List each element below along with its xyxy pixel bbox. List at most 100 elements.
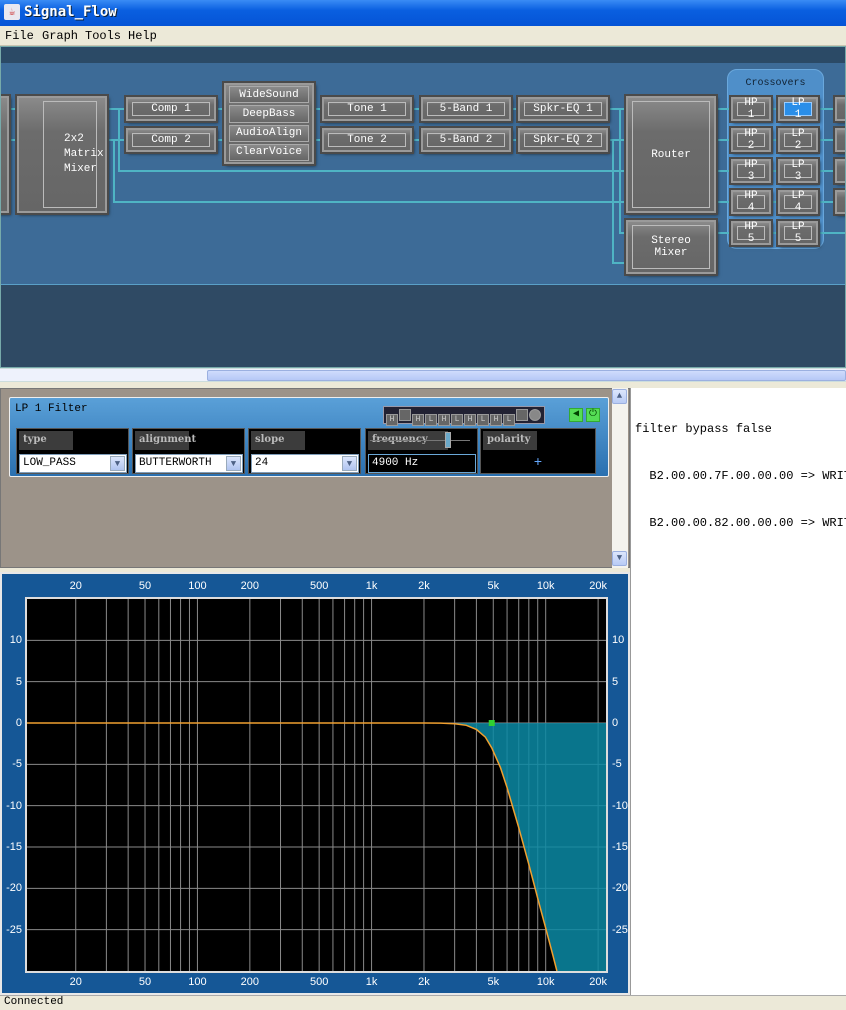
- lp-3-block[interactable]: LP 3: [776, 157, 820, 185]
- chevron-down-icon[interactable]: ▼: [226, 456, 241, 471]
- type-column: type LOW_PASS ▼: [16, 428, 129, 474]
- x-tick-label-top: 20: [69, 580, 82, 592]
- eq-band-button[interactable]: H: [464, 414, 476, 426]
- partial-output-block[interactable]: [833, 157, 845, 185]
- slope-select[interactable]: 24 ▼: [251, 454, 359, 473]
- hp-5-block[interactable]: HP 5: [729, 219, 773, 247]
- 5-band-2-block[interactable]: 5-Band 2: [419, 126, 513, 154]
- scroll-down-icon[interactable]: ▼: [612, 551, 627, 566]
- comp-1-block[interactable]: Comp 1: [124, 95, 218, 123]
- menu-tools[interactable]: Tools: [85, 29, 121, 43]
- lp-2-block[interactable]: LP 2: [776, 126, 820, 154]
- lp-1-block[interactable]: LP 1: [776, 95, 820, 123]
- horizontal-scrollbar[interactable]: [0, 368, 846, 382]
- frequency-input[interactable]: 4900 Hz: [368, 454, 476, 473]
- x-tick-label-top: 100: [188, 580, 207, 592]
- plot-area[interactable]: [25, 597, 608, 973]
- y-tick-label-left: -20: [6, 882, 22, 895]
- partial-output-block[interactable]: [833, 95, 845, 123]
- eq-band-button[interactable]: H: [386, 414, 398, 426]
- x-tick-label-top: 10k: [536, 580, 555, 592]
- frequency-column: frequency 4900 Hz: [365, 428, 478, 474]
- tone-2-block[interactable]: Tone 2: [320, 126, 414, 154]
- comp-2-block[interactable]: Comp 2: [124, 126, 218, 154]
- eq-band-button[interactable]: L: [451, 414, 463, 426]
- frequency-slider-track[interactable]: [370, 440, 470, 441]
- y-tick-label-right: -15: [612, 841, 628, 853]
- x-tick-label-bottom: 5k: [487, 976, 500, 988]
- hp-2-block[interactable]: HP 2: [729, 126, 773, 154]
- 5-band-1-block[interactable]: 5-Band 1: [419, 95, 513, 123]
- alignment-select[interactable]: BUTTERWORTH ▼: [135, 454, 243, 473]
- x-tick-label-top: 50: [138, 580, 152, 592]
- window-title: Signal_Flow: [24, 4, 117, 20]
- filter-title: LP 1 Filter: [15, 403, 88, 415]
- lp-4-block[interactable]: LP 4: [776, 188, 820, 216]
- spkr-eq-2-block[interactable]: Spkr-EQ 2: [516, 126, 610, 154]
- lp-5-block[interactable]: LP 5: [776, 219, 820, 247]
- spkr-eq-1-block[interactable]: Spkr-EQ 1: [516, 95, 610, 123]
- power-icon[interactable]: ⏻: [586, 408, 600, 422]
- plot-svg: [27, 599, 606, 972]
- y-tick-label-right: -5: [612, 758, 622, 771]
- x-tick-label-bottom: 20k: [589, 976, 607, 988]
- chevron-down-icon[interactable]: ▼: [110, 456, 125, 471]
- menu-graph[interactable]: Graph: [42, 29, 78, 43]
- eq-button-strip: HHLHLHLHL: [383, 406, 545, 426]
- eq-band-button[interactable]: L: [503, 414, 515, 426]
- wires: [1, 108, 845, 264]
- eq-band-button[interactable]: H: [438, 414, 450, 426]
- frequency-response-chart: 20 20 50 50 100 100 200 200 500 500 1k 1k 2k 2k 5k 5k 10…: [0, 572, 630, 995]
- vertical-scrollbar[interactable]: ▲ ▼: [612, 388, 628, 568]
- y-tick-label-left: -25: [6, 923, 22, 936]
- hp-4-block[interactable]: HP 4: [729, 188, 773, 216]
- frequency-marker: [488, 720, 495, 726]
- partial-output-block[interactable]: [833, 188, 845, 216]
- x-tick-label-top: 1k: [365, 580, 378, 592]
- matrix-mixer-block[interactable]: 2x2 Matrix Mixer: [15, 94, 109, 215]
- clearvoice-block[interactable]: ClearVoice: [229, 143, 309, 161]
- knob-icon[interactable]: [529, 409, 541, 421]
- hp-3-block[interactable]: HP 3: [729, 157, 773, 185]
- eq-band-button[interactable]: [516, 409, 528, 421]
- y-tick-label-right: 5: [612, 675, 619, 688]
- type-select[interactable]: LOW_PASS ▼: [19, 454, 127, 473]
- chevron-down-icon[interactable]: ▼: [342, 456, 357, 471]
- x-tick-label-bottom: 10k: [536, 976, 555, 988]
- log-line: B2.00.00.82.00.00.00 => WRITE: [635, 516, 846, 530]
- polarity-toggle[interactable]: +: [481, 455, 595, 471]
- x-tick-label-top: 200: [240, 580, 260, 592]
- eq-band-button[interactable]: [399, 409, 411, 421]
- signal-flow-canvas[interactable]: Crossovers 2x2 Matrix Mixer Comp 1 Comp …: [0, 46, 846, 368]
- eq-band-button[interactable]: L: [477, 414, 489, 426]
- scrollbar-thumb[interactable]: [207, 370, 846, 381]
- y-tick-label-right: 10: [612, 634, 625, 647]
- scroll-up-icon[interactable]: ▲: [612, 389, 627, 404]
- speaker-mute-icon[interactable]: ◀: [569, 408, 583, 422]
- widesound-block[interactable]: WideSound: [229, 86, 309, 104]
- partial-input-block[interactable]: [1, 94, 11, 215]
- y-tick-label-left: 0: [15, 717, 22, 729]
- frequency-slider-thumb[interactable]: [445, 432, 451, 448]
- menu-bar: File Graph Tools Help: [0, 26, 846, 46]
- menu-file[interactable]: File: [5, 29, 34, 43]
- stereo-mixer-block[interactable]: Stereo Mixer: [624, 218, 718, 276]
- x-tick-label-bottom: 500: [309, 976, 329, 988]
- x-tick-label-bottom: 50: [138, 976, 152, 988]
- log-panel: filter bypass false B2.00.00.7F.00.00.00…: [630, 388, 846, 995]
- partial-output-block[interactable]: [833, 126, 845, 154]
- menu-help[interactable]: Help: [128, 29, 157, 43]
- eq-band-button[interactable]: L: [425, 414, 437, 426]
- slope-column: slope 24 ▼: [248, 428, 361, 474]
- audioalign-block[interactable]: AudioAlign: [229, 124, 309, 142]
- tone-1-block[interactable]: Tone 1: [320, 95, 414, 123]
- hp-1-block[interactable]: HP 1: [729, 95, 773, 123]
- deepbass-block[interactable]: DeepBass: [229, 105, 309, 123]
- eq-band-button[interactable]: H: [412, 414, 424, 426]
- eq-band-button[interactable]: H: [490, 414, 502, 426]
- x-tick-label-bottom: 20: [69, 976, 82, 988]
- java-cup-icon: ☕: [4, 4, 20, 20]
- x-tick-label-top: 500: [309, 580, 329, 592]
- router-block[interactable]: Router: [624, 94, 718, 215]
- y-tick-label-right: -20: [612, 882, 628, 895]
